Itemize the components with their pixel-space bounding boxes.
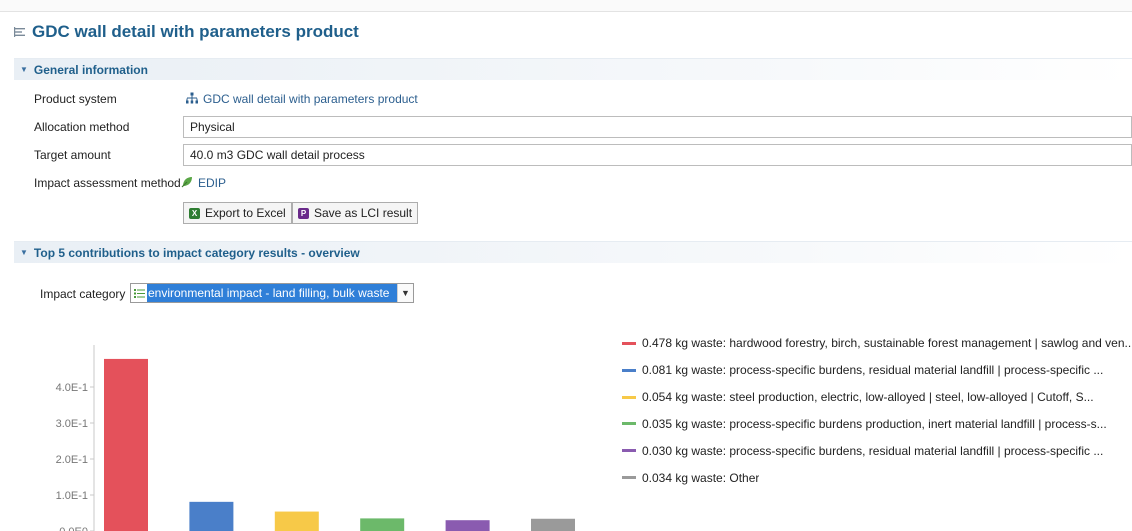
contribution-bar-chart: 0.0E0 1.0E-1 2.0E-1 3.0E-1 4.0E-1 (56, 345, 575, 531)
legend-label: 0.054 kg waste: steel production, electr… (642, 390, 1094, 405)
impact-category-select[interactable]: environmental impact - land filling, bul… (130, 283, 414, 303)
product-system-link[interactable]: GDC wall detail with parameters product (186, 88, 418, 110)
save-lci-icon: P (298, 207, 309, 219)
legend-swatch (622, 449, 636, 453)
chevron-down-icon[interactable]: ▼ (20, 248, 28, 257)
legend-swatch (622, 422, 636, 426)
y-tick-label: 3.0E-1 (56, 418, 88, 430)
legend-item: 0.081 kg waste: process-specific burdens… (622, 359, 1132, 382)
export-button-label: Export to Excel (205, 206, 286, 220)
legend-swatch (622, 476, 636, 480)
hierarchy-icon (186, 92, 198, 107)
legend-swatch (622, 341, 636, 345)
legend-item: 0.034 kg waste: Other (622, 466, 1132, 489)
legend-item: 0.030 kg waste: process-specific burdens… (622, 440, 1132, 463)
save-as-lci-button[interactable]: P Save as LCI result (292, 202, 419, 224)
impact-category-row: Impact category (40, 283, 125, 305)
page-title: GDC wall detail with parameters product (32, 22, 359, 41)
save-button-label: Save as LCI result (314, 206, 413, 220)
allocation-method-field[interactable]: Physical (183, 116, 1132, 138)
window-top-strip (0, 0, 1132, 12)
target-amount-row: Target amount (34, 144, 184, 166)
legend-swatch (622, 395, 636, 399)
editor-header: GDC wall detail with parameters product (14, 20, 359, 44)
allocation-row: Allocation method (34, 116, 184, 138)
legend-label: 0.081 kg waste: process-specific burdens… (642, 363, 1104, 378)
legend-label: 0.035 kg waste: process-specific burdens… (642, 416, 1107, 431)
impact-category-label: Impact category (40, 287, 126, 301)
impact-method-link[interactable]: EDIP (181, 172, 226, 194)
chart-bar[interactable] (531, 518, 575, 531)
section-title: Top 5 contributions to impact category r… (33, 245, 360, 260)
legend-item: 0.478 kg waste: hardwood forestry, birch… (622, 332, 1132, 355)
legend-label: 0.030 kg waste: process-specific burdens… (642, 443, 1104, 458)
product-system-value: GDC wall detail with parameters product (203, 92, 418, 106)
impact-method-value: EDIP (198, 176, 227, 190)
category-list-icon (131, 284, 147, 302)
legend-item: 0.035 kg waste: process-specific burdens… (622, 413, 1132, 436)
chart-bar[interactable] (445, 520, 490, 531)
target-amount-label: Target amount (34, 148, 111, 162)
legend-item: 0.054 kg waste: steel production, electr… (622, 386, 1132, 409)
impact-method-label: Impact assessment method (34, 176, 181, 190)
section-title: General information (33, 62, 148, 77)
impact-method-row: Impact assessment method (34, 172, 184, 194)
export-to-excel-button[interactable]: X Export to Excel (183, 202, 292, 224)
chart-legend: 0.478 kg waste: hardwood forestry, birch… (622, 332, 1132, 493)
contributions-section-header[interactable]: ▼ Top 5 contributions to impact category… (14, 241, 1132, 263)
chart-bar[interactable] (189, 501, 234, 531)
chevron-down-icon[interactable]: ▼ (20, 65, 28, 74)
legend-label: 0.034 kg waste: Other (642, 470, 760, 485)
legend-label: 0.478 kg waste: hardwood forestry, birch… (642, 336, 1132, 351)
chart-bar[interactable] (104, 358, 148, 531)
y-tick-label: 0.0E0 (59, 526, 88, 531)
product-system-row: Product system (34, 88, 184, 110)
target-amount-field[interactable]: 40.0 m3 GDC wall detail process (183, 144, 1132, 166)
product-system-label: Product system (34, 92, 117, 106)
editor-icon (14, 26, 26, 38)
chart-bar[interactable] (360, 518, 405, 531)
excel-icon: X (189, 207, 200, 219)
y-tick-label: 2.0E-1 (56, 454, 88, 466)
leaf-icon (181, 176, 193, 191)
allocation-label: Allocation method (34, 120, 130, 134)
chevron-down-icon[interactable]: ▼ (397, 284, 413, 302)
chart-bar[interactable] (274, 511, 319, 531)
legend-swatch (622, 368, 636, 372)
y-tick-label: 4.0E-1 (56, 382, 88, 394)
y-tick-label: 1.0E-1 (56, 490, 88, 502)
general-info-section-header[interactable]: ▼ General information (14, 58, 1132, 80)
impact-category-value: environmental impact - land filling, bul… (147, 284, 397, 302)
